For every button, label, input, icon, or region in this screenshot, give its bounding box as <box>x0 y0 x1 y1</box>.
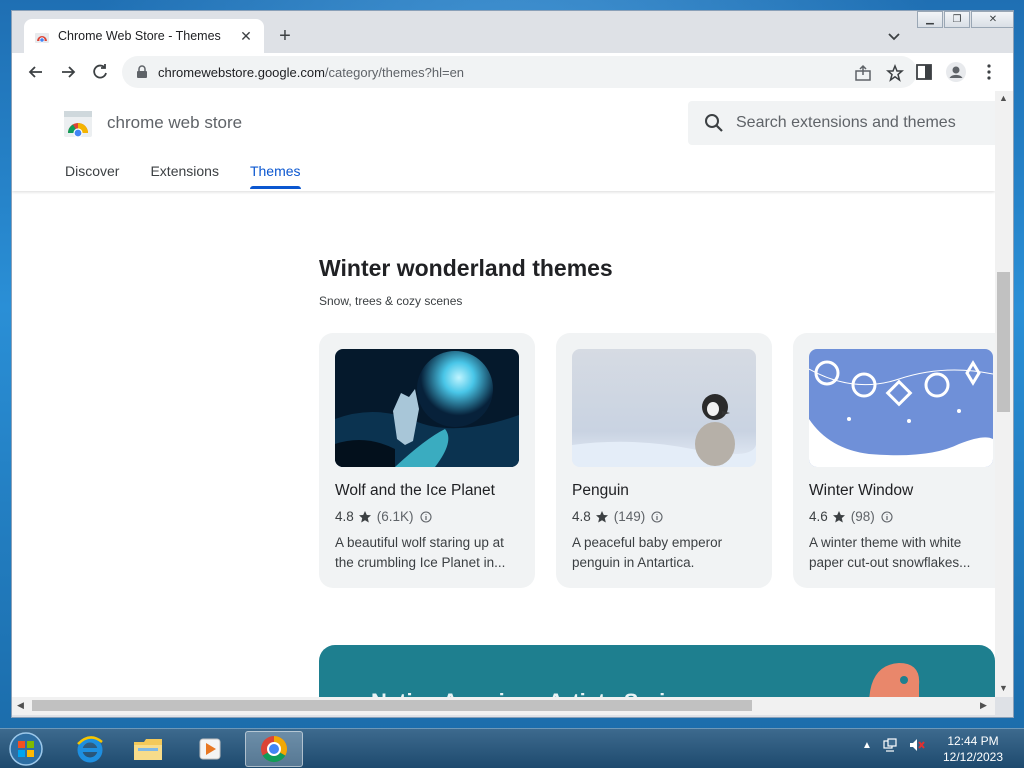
info-icon[interactable] <box>419 510 432 523</box>
nav-discover[interactable]: Discover <box>65 163 119 189</box>
section-subtitle: Snow, trees & cozy scenes <box>319 294 463 308</box>
vertical-scrollbar[interactable]: ▲ ▼ <box>995 91 1013 697</box>
store-brand-name: chrome web store <box>107 113 243 132</box>
clock-date: 12/12/2023 <box>942 750 1004 764</box>
rating-value: 4.8 <box>572 509 591 524</box>
card-rating: 4.8 (6.1K) <box>335 509 432 524</box>
restore-icon[interactable]: ❐ <box>944 11 970 28</box>
vertical-scroll-thumb[interactable] <box>997 272 1010 412</box>
new-tab-icon[interactable]: + <box>274 25 296 47</box>
rating-count: (6.1K) <box>376 509 414 524</box>
info-icon[interactable] <box>651 510 663 523</box>
chrome-web-store-logo-icon[interactable] <box>63 109 93 139</box>
card-rating: 4.6 (98) <box>809 509 893 524</box>
wolf-ice-planet-thumbnail <box>335 349 519 467</box>
penguin-thumbnail <box>572 349 756 467</box>
forward-icon[interactable] <box>58 62 78 82</box>
rating-count: (98) <box>850 509 875 524</box>
taskbar: ▲ 12:44 PM 12/12/2023 <box>0 728 1024 768</box>
section-title: Winter wonderland themes <box>319 255 613 281</box>
tab-search-chevron-icon[interactable] <box>885 27 903 45</box>
card-title: Winter Window <box>809 482 914 499</box>
nav-themes[interactable]: Themes <box>249 163 301 189</box>
winter-window-thumbnail <box>809 349 993 467</box>
system-tray: ▲ <box>862 737 926 753</box>
star-icon <box>832 510 845 522</box>
theme-card-penguin[interactable]: Penguin 4.8 (149) A peaceful baby empero… <box>556 333 772 588</box>
start-button-icon[interactable] <box>6 731 46 767</box>
theme-card-wolf[interactable]: Wolf and the Ice Planet 4.8 (6.1K) A bea… <box>319 333 535 588</box>
browser-toolbar: chromewebstore.google.com/category/theme… <box>12 53 1013 91</box>
store-nav: Discover Extensions Themes <box>65 163 301 189</box>
tab-strip: Chrome Web Store - Themes ✕ + ▁ ❐ ✕ <box>12 11 1013 53</box>
back-icon[interactable] <box>26 62 46 82</box>
clock-time: 12:44 PM <box>947 734 999 748</box>
system-clock[interactable]: 12:44 PM 12/12/2023 <box>940 733 1006 765</box>
taskbar-chrome[interactable] <box>245 731 303 767</box>
rating-value: 4.6 <box>809 509 828 524</box>
bookmark-star-icon[interactable] <box>886 64 904 82</box>
nav-extensions[interactable]: Extensions <box>150 163 218 189</box>
media-player-icon <box>199 738 221 760</box>
reload-icon[interactable] <box>90 62 110 82</box>
internet-explorer-icon <box>77 736 103 763</box>
card-title: Penguin <box>572 482 629 499</box>
star-icon <box>358 510 371 522</box>
lock-icon <box>137 65 147 78</box>
banner-artwork-icon <box>869 663 920 697</box>
rating-value: 4.8 <box>335 509 354 524</box>
address-bar[interactable]: chromewebstore.google.com/category/theme… <box>122 56 917 88</box>
taskbar-media-player[interactable] <box>182 731 238 767</box>
scroll-right-icon[interactable]: ▶ <box>980 700 987 711</box>
search-input[interactable] <box>736 114 995 132</box>
minimize-icon[interactable]: ▁ <box>917 11 943 28</box>
browser-window: Chrome Web Store - Themes ✕ + ▁ ❐ ✕ chro… <box>11 10 1014 718</box>
show-hidden-icons-icon[interactable]: ▲ <box>862 740 872 751</box>
url-text: chromewebstore.google.com/category/theme… <box>158 65 464 80</box>
tab-close-icon[interactable]: ✕ <box>238 28 254 44</box>
info-icon[interactable] <box>881 510 893 523</box>
window-controls: ▁ ❐ ✕ <box>917 11 1013 29</box>
chrome-icon <box>261 736 288 763</box>
network-icon[interactable] <box>882 737 898 753</box>
search-icon <box>705 114 723 132</box>
profile-avatar-icon[interactable] <box>946 62 966 82</box>
store-header: chrome web store Discover Extensions The… <box>12 91 995 191</box>
tab-chrome-web-store[interactable]: Chrome Web Store - Themes ✕ <box>24 19 264 53</box>
rating-count: (149) <box>613 509 646 524</box>
menu-kebab-icon[interactable] <box>979 62 999 82</box>
scroll-down-icon[interactable]: ▼ <box>999 683 1008 693</box>
theme-card-winter-window[interactable]: Winter Window 4.6 (98) A winter theme wi… <box>793 333 995 588</box>
card-title: Wolf and the Ice Planet <box>335 482 495 499</box>
close-window-icon[interactable]: ✕ <box>971 11 1013 28</box>
card-description: A winter theme with white paper cut-out … <box>809 535 971 570</box>
volume-muted-icon[interactable] <box>908 737 926 753</box>
url-host: chromewebstore.google.com <box>158 64 325 80</box>
card-description: A peaceful baby emperor penguin in Antar… <box>572 535 723 570</box>
card-rating: 4.8 (149) <box>572 509 663 524</box>
horizontal-scroll-thumb[interactable] <box>32 700 752 711</box>
star-icon <box>595 510 608 522</box>
tab-title: Chrome Web Store - Themes <box>58 29 221 43</box>
folder-icon <box>134 739 162 760</box>
page-content: chrome web store Discover Extensions The… <box>12 91 995 697</box>
taskbar-file-explorer[interactable] <box>120 731 176 767</box>
side-panel-icon[interactable] <box>914 62 934 82</box>
horizontal-scrollbar[interactable]: ◀ ▶ <box>12 697 995 715</box>
store-search-box[interactable] <box>688 101 995 145</box>
scroll-up-icon[interactable]: ▲ <box>999 93 1008 103</box>
url-path: /category/themes?hl=en <box>324 64 465 80</box>
banner-title: Native American Artists Series <box>371 689 690 697</box>
native-american-artists-banner[interactable]: Native American Artists Series <box>319 645 995 697</box>
web-store-favicon-icon <box>35 33 49 43</box>
taskbar-internet-explorer[interactable] <box>62 731 118 767</box>
scroll-left-icon[interactable]: ◀ <box>17 700 24 711</box>
share-icon[interactable] <box>854 64 872 82</box>
card-description: A beautiful wolf staring up at the crumb… <box>335 535 506 570</box>
